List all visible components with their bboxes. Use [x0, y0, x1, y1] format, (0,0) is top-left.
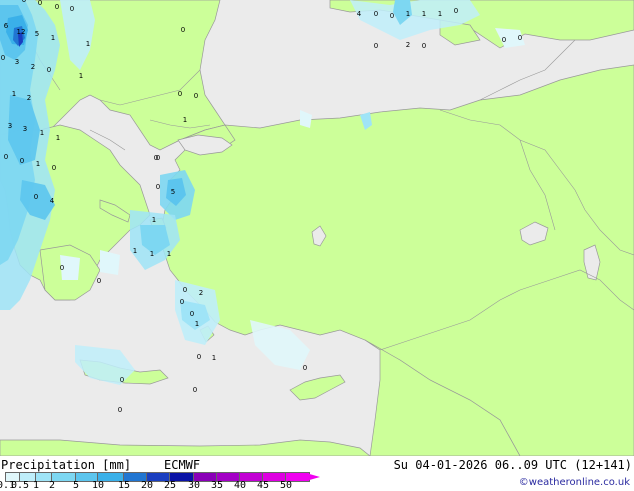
gridpoint-value: 1 — [86, 40, 90, 48]
gridpoint-value: 1 — [422, 10, 426, 18]
gridpoint-value: 0 — [390, 12, 394, 20]
colorbar-tick-label: 35 — [210, 480, 224, 491]
product-title: Precipitation [mm] — [1, 458, 132, 472]
colorbar-tick-label: 15 — [117, 480, 131, 491]
gridpoint-value: 0 — [4, 153, 8, 161]
gridpoint-value: 0 — [38, 0, 42, 7]
gridpoint-value: 4 — [50, 197, 55, 205]
colorbar-tick-label: 10 — [91, 480, 105, 491]
gridpoint-value: 0 — [34, 193, 38, 201]
colorbar-tick-label: 45 — [256, 480, 270, 491]
colorbar-overflow-arrow — [306, 473, 320, 481]
gridpoint-value: 0 — [197, 353, 201, 361]
gridpoint-value: 1 — [167, 250, 171, 258]
gridpoint-value: 0 — [97, 277, 101, 285]
gridpoint-value: 0 — [55, 3, 59, 11]
gridpoint-value: 0 — [156, 183, 160, 191]
gridpoint-value: 1 — [12, 90, 16, 98]
colorbar-tick-label: 20 — [140, 480, 154, 491]
gridpoint-value: 1 — [51, 34, 55, 42]
colorbar-tick-label: 5 — [72, 480, 80, 491]
gridpoint-value: 0 — [70, 5, 74, 13]
colorbar-tick-label: 0.5 — [10, 480, 30, 491]
gridpoint-value: 3 — [8, 122, 12, 130]
model-name: ECMWF — [164, 458, 201, 472]
colorbar-tick-label: 40 — [233, 480, 247, 491]
gridpoint-value: 12 — [17, 28, 26, 36]
gridpoint-value: 5 — [171, 188, 175, 196]
gridpoint-value: 0 — [194, 92, 198, 100]
gridpoint-value: 5 — [35, 30, 39, 38]
gridpoint-value: 0 — [374, 10, 378, 18]
gridpoint-value: 0 — [518, 34, 522, 42]
precipitation-map[interactable]: 0 6 12 5 1 3 2 0 1 1 2 3 3 1 1 0 0 1 0 0… — [0, 0, 634, 456]
gridpoint-value: 2 — [406, 41, 410, 49]
valid-time: Su 04-01-2026 06..09 UTC (12+141) — [393, 458, 632, 472]
map-canvas: 0 6 12 5 1 3 2 0 1 1 2 3 3 1 1 0 0 1 0 0… — [0, 0, 634, 456]
gridpoint-value: 0 — [422, 42, 426, 50]
gridpoint-value: 1 — [133, 247, 137, 255]
gridpoint-value: 2 — [199, 289, 203, 297]
gridpoint-value: 3 — [23, 125, 27, 133]
gridpoint-value: 0 — [120, 376, 124, 384]
gridpoint-value: 1 — [195, 320, 199, 328]
gridpoint-value: 0 — [178, 90, 182, 98]
gridpoint-value: 1 — [79, 72, 83, 80]
gridpoint-value: 1 — [438, 10, 442, 18]
gridpoint-value: 0 — [193, 386, 197, 394]
gridpoint-value: 1 — [40, 129, 44, 137]
gridpoint-value: 0 — [303, 364, 307, 372]
gridpoint-value: 1 — [150, 250, 154, 258]
gridpoint-value: 0 — [374, 42, 378, 50]
gridpoint-value: 0 — [118, 406, 122, 414]
colorbar-tick-label: 2 — [48, 480, 56, 491]
colorbar-tick-label: 30 — [187, 480, 201, 491]
gridpoint-value: 0 — [454, 7, 458, 15]
gridpoint-value: 2 — [31, 63, 35, 71]
gridpoint-value: 1 — [212, 354, 216, 362]
colorbar-tick-label: 25 — [163, 480, 177, 491]
gridpoint-value: 1 — [406, 10, 410, 18]
gridpoint-value: 0 — [52, 164, 56, 172]
gridpoint-value: 3 — [15, 58, 19, 66]
gridpoint-value: 0 — [47, 66, 51, 74]
gridpoint-value: 0 — [180, 298, 184, 306]
colorbar-tick-label: 1 — [32, 480, 40, 491]
gridpoint-value: 6 — [4, 22, 9, 30]
gridpoint-value: 2 — [27, 94, 31, 102]
credit-link[interactable]: ©weatheronline.co.uk — [519, 477, 630, 488]
gridpoint-value: 0 — [156, 154, 160, 162]
colorbar-tick-label: 50 — [279, 480, 293, 491]
gridpoint-value: 0 — [1, 54, 5, 62]
gridpoint-value: 0 — [22, 0, 26, 4]
gridpoint-value: 1 — [152, 216, 156, 224]
gridpoint-value: 0 — [20, 157, 24, 165]
gridpoint-value: 0 — [502, 36, 506, 44]
gridpoint-value: 1 — [183, 116, 187, 124]
gridpoint-value: 0 — [183, 286, 187, 294]
gridpoint-value: 0 — [190, 310, 194, 318]
gridpoint-value: 0 — [181, 26, 185, 34]
gridpoint-value: 1 — [36, 160, 40, 168]
gridpoint-value: 4 — [357, 10, 362, 18]
gridpoint-value: 1 — [56, 134, 60, 142]
gridpoint-value: 0 — [60, 264, 64, 272]
map-footer: Precipitation [mm] ECMWF Su 04-01-2026 0… — [0, 456, 634, 491]
precipitation-map-view: { "header": { "product": "Precipitation … — [0, 0, 634, 491]
